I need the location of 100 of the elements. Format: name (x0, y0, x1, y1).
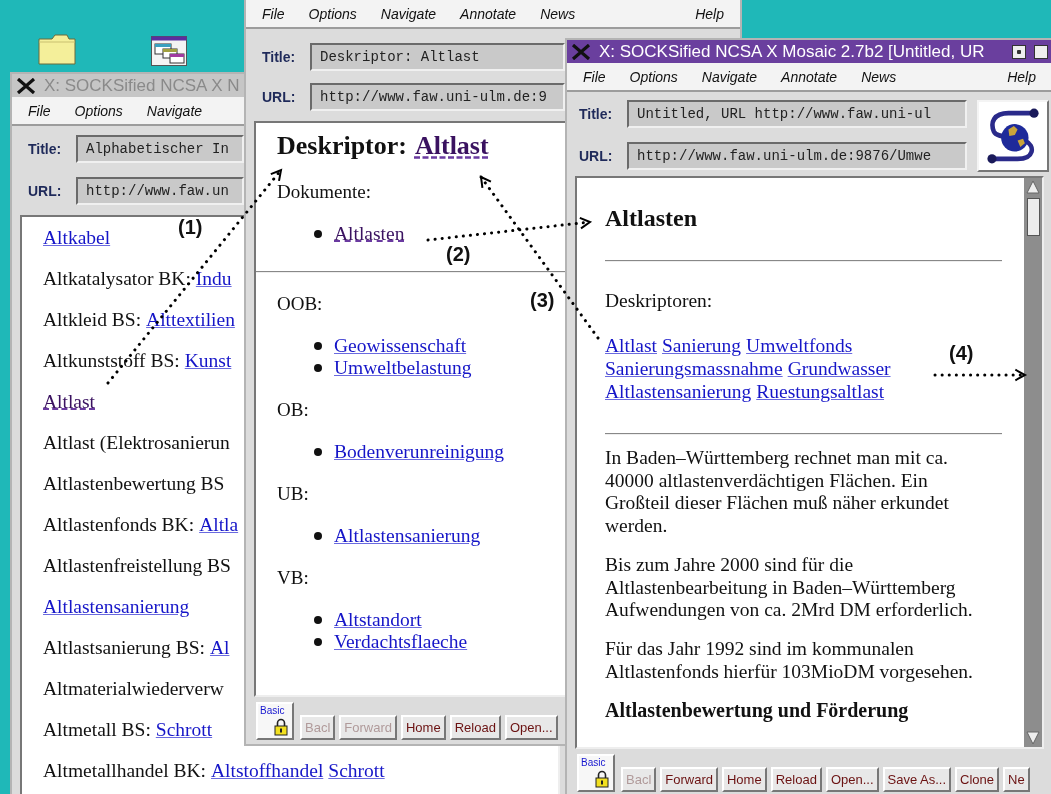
logo-button[interactable] (977, 100, 1049, 172)
title-field[interactable]: Deskriptor: Altlast (310, 43, 565, 71)
bullet-icon (314, 616, 322, 624)
scroll-down-icon[interactable] (1026, 731, 1040, 745)
link[interactable]: Altkabel (43, 226, 111, 249)
security-indicator[interactable]: Basic (577, 754, 615, 792)
index-term: Altlastenfonds BK: (43, 513, 195, 536)
toolbar-button[interactable]: Home (401, 715, 446, 740)
section-label: Deskriptoren: (605, 289, 713, 312)
toolbar-button[interactable]: Clone (955, 767, 1000, 792)
link[interactable]: Altlast (43, 390, 95, 413)
toolbar-button[interactable]: Home (722, 767, 767, 792)
menu-item[interactable]: File (28, 102, 51, 119)
link[interactable]: Al (209, 636, 230, 659)
link[interactable]: Altlastensanierung (334, 525, 481, 547)
toolbar-button[interactable]: Forward (660, 767, 718, 792)
link[interactable]: Altlastensanierung (605, 380, 752, 403)
link[interactable]: Schrott (155, 718, 213, 741)
menu-item[interactable]: File (262, 5, 285, 22)
section-label: OOB: (277, 293, 323, 315)
scroll-thumb[interactable] (1026, 198, 1040, 236)
security-label: Basic (581, 757, 606, 768)
security-indicator[interactable]: Basic (256, 702, 294, 740)
index-term: Altmetallhandel BK: (43, 759, 206, 782)
section-heading: Altlastenbewertung und Förderung (605, 699, 910, 723)
link[interactable]: Geowissenschaft (334, 335, 467, 357)
windows-icon[interactable] (151, 36, 187, 66)
title-field[interactable]: Untitled, URL http://www.faw.uni-ul (627, 100, 967, 128)
index-term: Altlastenbewertung BS (43, 472, 225, 495)
index-term: Altlastenfreistellung BS (43, 554, 231, 577)
link[interactable]: Kunst (184, 349, 232, 372)
link[interactable]: Altstandort (334, 609, 422, 631)
toolbar-button[interactable]: Open... (504, 715, 558, 740)
index-term: Altkleid BS: (43, 308, 142, 331)
menu-item[interactable]: Options (629, 68, 678, 85)
link[interactable]: Umweltbelastung (334, 357, 472, 379)
page-heading: Deskriptor: (277, 131, 407, 161)
section-label: VB: (277, 567, 309, 589)
minimize-button[interactable] (1012, 44, 1026, 59)
menu-item[interactable]: Navigate (146, 102, 203, 119)
toolbar-button[interactable]: Open... (825, 767, 879, 792)
menu-item[interactable]: Help (1007, 68, 1036, 85)
menu-item[interactable]: Annotate (460, 5, 517, 22)
field-label: URL: (28, 183, 63, 199)
link[interactable]: Ruestungsaltlast (756, 380, 885, 403)
menu-item[interactable]: Navigate (380, 5, 437, 22)
bullet-icon (314, 638, 322, 646)
menu-item[interactable]: Help (695, 5, 724, 22)
annotation-label: (3) (530, 289, 555, 312)
link[interactable]: Sanierung (662, 334, 742, 357)
page-heading: Altlasten (605, 204, 698, 232)
field-label: Title: (262, 49, 297, 65)
maximize-button[interactable] (1034, 44, 1048, 59)
bullet-icon (314, 364, 322, 372)
link[interactable]: Altlast (605, 334, 657, 357)
index-term: Altkunststoff BS: (43, 349, 180, 372)
link[interactable]: Altlasten (334, 223, 405, 245)
url-field[interactable]: http://www.faw.uni-ulm.de:9876/Umwe (627, 142, 967, 170)
menu-item[interactable]: Navigate (701, 68, 758, 85)
field-label: Title: (28, 141, 63, 157)
url-field[interactable]: http://www.faw.uni-ulm.de:9 (310, 83, 565, 111)
section-label: OB: (277, 399, 309, 421)
index-term: Altkatalysator BK: (43, 267, 191, 290)
menu-item[interactable]: Annotate (781, 68, 838, 85)
field-label: Title: (579, 106, 614, 122)
menu-item[interactable]: News (861, 68, 897, 85)
menu-item[interactable]: File (583, 68, 606, 85)
menu-item[interactable]: News (540, 5, 576, 22)
link[interactable]: Altla (199, 513, 239, 536)
menu-item[interactable]: Options (308, 5, 357, 22)
annotation-label: (4) (949, 342, 974, 365)
link[interactable]: Sanierungsmassnahme (605, 357, 783, 380)
bullet-icon (314, 532, 322, 540)
link[interactable]: Altlastensanierung (43, 595, 190, 618)
link[interactable]: Altstoffhandel (211, 759, 324, 782)
link[interactable]: Altlast (415, 131, 489, 161)
link[interactable]: Grundwasser (787, 357, 891, 380)
folder-icon[interactable] (38, 33, 76, 65)
title-field[interactable]: Alphabetischer In (76, 135, 244, 163)
lock-icon (595, 770, 609, 788)
link[interactable]: Umweltfonds (746, 334, 853, 357)
security-label: Basic (260, 705, 285, 716)
toolbar-button[interactable]: Save As... (882, 767, 952, 792)
link[interactable]: Verdachtsflaeche (334, 631, 468, 653)
toolbar-button[interactable]: Reload (770, 767, 822, 792)
field-label: URL: (262, 89, 297, 105)
toolbar-button[interactable]: Ne (1003, 767, 1030, 792)
link[interactable]: Bodenverunreinigung (334, 441, 505, 463)
link[interactable]: Schrott (328, 759, 385, 782)
toolbar-button[interactable]: Reload (449, 715, 501, 740)
scroll-up-icon[interactable] (1026, 180, 1040, 194)
link[interactable]: Alttextilien (146, 308, 235, 331)
scrollbar[interactable] (1024, 178, 1042, 747)
index-term: Altlastsanierung BS: (43, 636, 205, 659)
section-label: UB: (277, 483, 309, 505)
menu-item[interactable]: Options (74, 102, 123, 119)
url-field[interactable]: http://www.faw.un (76, 177, 244, 205)
link[interactable]: Indu (195, 267, 232, 290)
section-label: Dokumente: (277, 181, 371, 203)
paragraph: Bis zum Jahre 2000 sind für die Altlastenbearbeitung in Baden–Württemberg Aufwendungen von ca. 2Mrd DM erforderlich. (605, 553, 974, 622)
